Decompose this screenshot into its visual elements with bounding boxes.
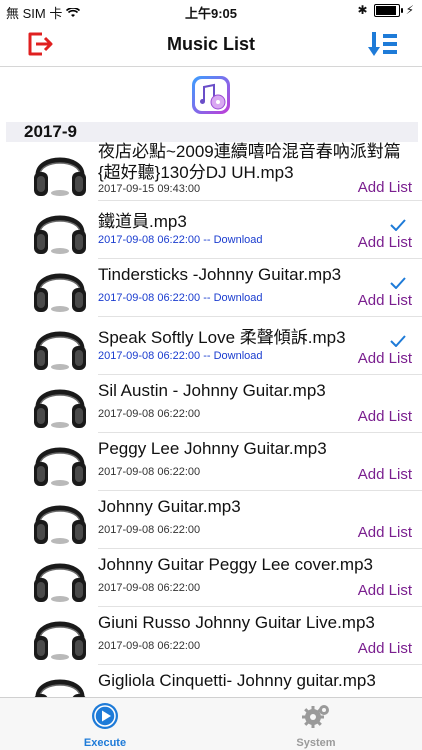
list-item[interactable]: Johnny Guitar Peggy Lee cover.mp3 2017-09…	[0, 549, 422, 607]
tab-bar: Execute System	[0, 697, 422, 750]
headphones-icon	[30, 609, 90, 665]
headphones-icon	[30, 551, 90, 607]
song-title: Gigliola Cinquetti- Johnny guitar.mp3	[98, 671, 376, 690]
list-item[interactable]: 夜店必點~2009連續嘻哈混音春吶派對篇{超好聽}130分DJ UH.mp3 20…	[0, 142, 422, 201]
status-right: ✱ ⚡	[358, 3, 415, 17]
song-date: 2017-09-08 06:22:00 -- Download	[98, 234, 263, 246]
song-title: Tindersticks -Johnny Guitar.mp3	[98, 265, 342, 284]
song-title: Peggy Lee Johnny Guitar.mp3	[98, 439, 327, 458]
headphones-icon	[30, 261, 90, 317]
song-date: 2017-09-08 06:22:00	[98, 408, 201, 420]
headphones-icon	[30, 435, 90, 491]
add-list-button[interactable]: Add List	[358, 524, 412, 541]
section-label: 2017-9	[24, 122, 77, 141]
checkmark-icon	[390, 334, 406, 348]
add-list-button[interactable]: Add List	[358, 640, 412, 657]
checkmark-icon	[390, 276, 406, 290]
headphones-icon	[30, 377, 90, 433]
song-title: Johnny Guitar Peggy Lee cover.mp3	[98, 555, 373, 574]
song-title: Johnny Guitar.mp3	[98, 497, 241, 516]
song-date: 2017-09-15 09:43:00	[98, 183, 201, 195]
headphones-icon	[30, 145, 90, 201]
gear-icon	[276, 702, 356, 735]
song-title: 夜店必點~2009連續嘻哈混音春吶派對篇{超好聽}130分DJ UH.mp3	[98, 142, 401, 182]
bluetooth-icon: ✱	[357, 3, 368, 17]
headphones-icon	[30, 493, 90, 549]
tab-execute-label: Execute	[83, 737, 127, 749]
add-list-button[interactable]: Add List	[358, 179, 412, 196]
song-date: 2017-09-08 06:22:00	[98, 640, 201, 652]
section-header: 2017-9	[6, 122, 418, 142]
song-title: Giuni Russo Johnny Guitar Live.mp3	[98, 613, 375, 632]
tab-system[interactable]: System	[276, 702, 356, 749]
list-item[interactable]: Speak Softly Love 柔聲傾訴.mp3 2017-09-08 06:…	[0, 317, 422, 375]
nav-bar: Music List	[0, 22, 422, 67]
add-list-button[interactable]: Add List	[358, 350, 412, 367]
headphones-icon	[30, 319, 90, 375]
song-date: 2017-09-08 06:22:00 -- Download	[98, 292, 263, 304]
list-item[interactable]: Tindersticks -Johnny Guitar.mp3 2017-09-0…	[0, 259, 422, 317]
list-item[interactable]: Peggy Lee Johnny Guitar.mp3 2017-09-08 06…	[0, 433, 422, 491]
add-list-button[interactable]: Add List	[358, 582, 412, 599]
song-date: 2017-09-08 06:22:00	[98, 466, 201, 478]
list-item[interactable]: Johnny Guitar.mp3 2017-09-08 06:22:00 Add …	[0, 491, 422, 549]
add-list-button[interactable]: Add List	[358, 234, 412, 251]
song-title: Sil Austin - Johnny Guitar.mp3	[98, 381, 326, 400]
song-title: 鐵道員.mp3	[98, 212, 187, 231]
song-date: 2017-09-08 06:22:00	[98, 582, 201, 594]
page-title: Music List	[166, 34, 255, 54]
headphones-icon	[30, 203, 90, 259]
song-date: 2017-09-08 06:22:00 -- Download	[98, 350, 263, 362]
tab-system-label: System	[296, 737, 336, 749]
song-title: Speak Softly Love 柔聲傾訴.mp3	[98, 328, 346, 347]
charging-icon: ⚡	[405, 3, 414, 17]
checkmark-icon	[390, 218, 406, 232]
tab-execute[interactable]: Execute	[65, 702, 145, 749]
list-item[interactable]: Giuni Russo Johnny Guitar Live.mp3 2017-0…	[0, 607, 422, 665]
song-date: 2017-09-08 06:22:00	[98, 524, 201, 536]
play-icon	[65, 702, 145, 735]
status-bar: 無 SIM 卡 上午9:05 ✱ ⚡	[0, 0, 422, 22]
add-list-button[interactable]: Add List	[358, 408, 412, 425]
music-disc-icon[interactable]	[190, 74, 232, 116]
add-list-button[interactable]: Add List	[358, 466, 412, 483]
list-item[interactable]: 鐵道員.mp3 2017-09-08 06:22:00 -- Download Ad…	[0, 201, 422, 259]
list-item[interactable]: Sil Austin - Johnny Guitar.mp3 2017-09-08…	[0, 375, 422, 433]
battery-icon	[373, 3, 403, 17]
add-list-button[interactable]: Add List	[358, 292, 412, 309]
sort-list-icon[interactable]	[368, 30, 398, 58]
